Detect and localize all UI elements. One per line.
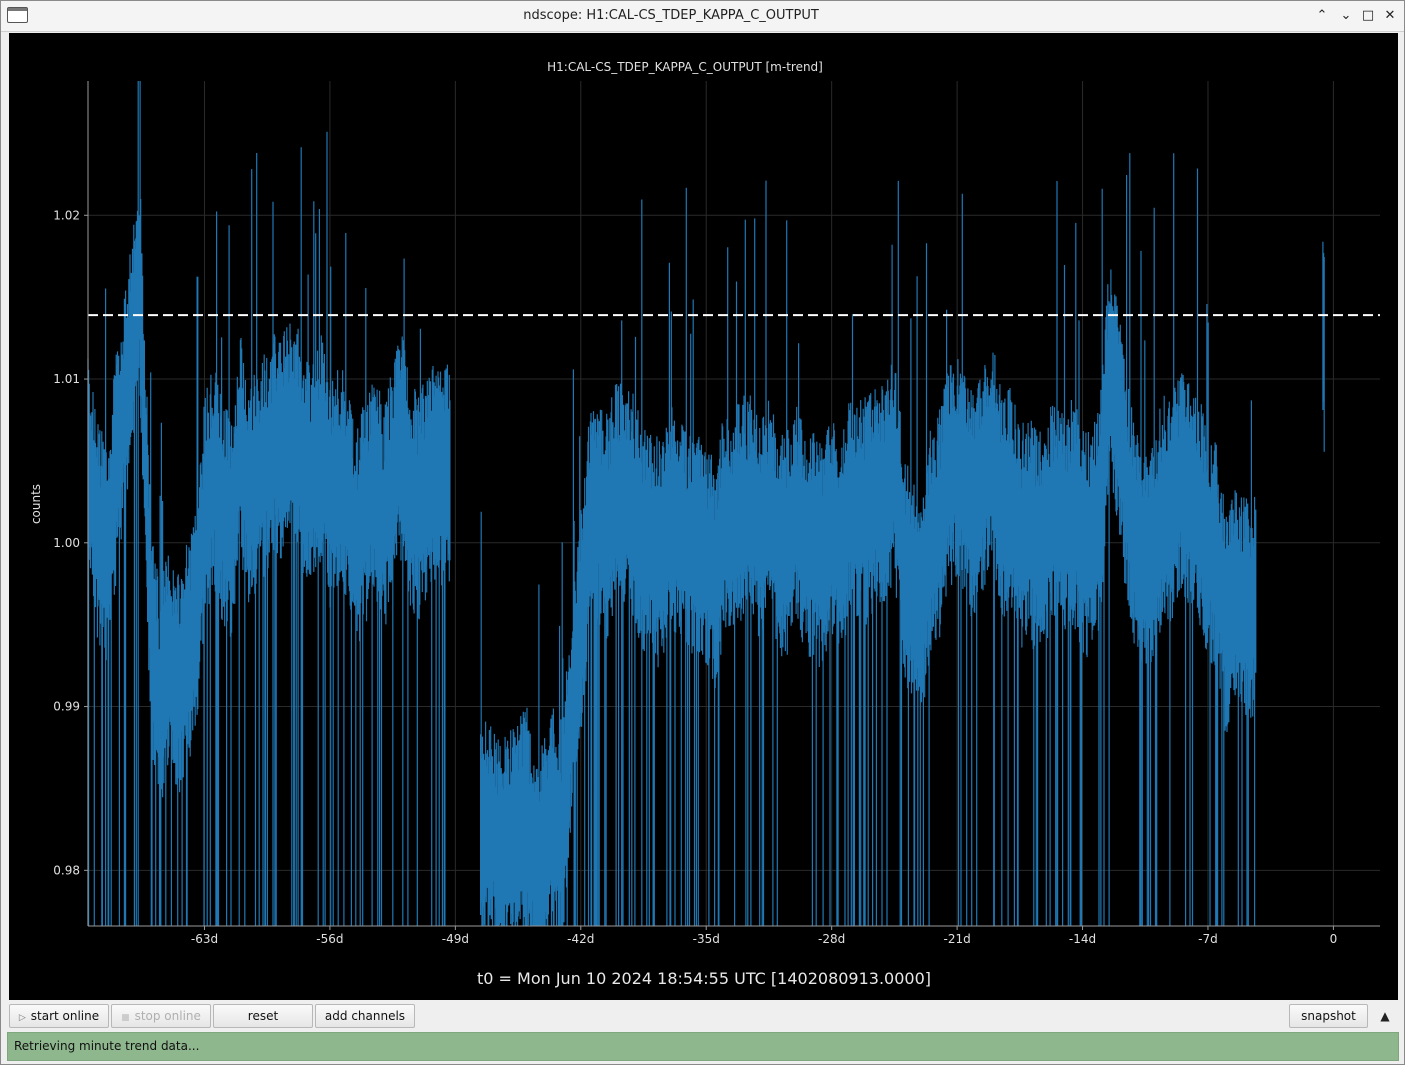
reset-button[interactable]: reset	[213, 1004, 313, 1028]
y-ticks: 0.98 0.99 1.00 1.01 1.02	[53, 208, 88, 877]
y-tick-label: 0.98	[53, 863, 80, 877]
x-tick-label: -63d	[191, 932, 218, 946]
close-icon[interactable]: ✕	[1379, 6, 1401, 26]
x-tick-label: -14d	[1069, 932, 1096, 946]
stop-icon: ■	[121, 1013, 130, 1023]
y-tick-label: 1.01	[53, 372, 80, 386]
y-tick-label: 1.00	[53, 536, 80, 550]
title-bar[interactable]: ndscope: H1:CAL-CS_TDEP_KAPPA_C_OUTPUT ⌃…	[1, 1, 1404, 32]
x-tick-label: -35d	[693, 932, 720, 946]
plot-area[interactable]: 0.98 0.99 1.00 1.01 1.02 -63d -56d -49d -42d -35…	[9, 33, 1398, 1000]
y-tick-label: 1.02	[53, 208, 80, 222]
y-axis-label: counts	[29, 484, 43, 524]
t0-label: t0 = Mon Jun 10 2024 18:54:55 UTC [14020…	[477, 969, 931, 988]
collapse-arrow-icon[interactable]: ▲	[1375, 1006, 1395, 1026]
start-online-label: start online	[30, 1009, 100, 1023]
stop-online-label: stop online	[134, 1009, 201, 1023]
snapshot-button[interactable]: snapshot	[1289, 1004, 1368, 1028]
status-bar: Retrieving minute trend data...	[7, 1032, 1399, 1061]
maximize-icon[interactable]: □	[1357, 6, 1379, 26]
start-online-button[interactable]: ▷ start online	[9, 1004, 109, 1028]
trend-plot[interactable]: 0.98 0.99 1.00 1.01 1.02 -63d -56d -49d -42d -35…	[9, 33, 1398, 1000]
toolbar: ▷ start online ■ stop online reset add cha…	[1, 1003, 1404, 1031]
x-tick-label: -56d	[316, 932, 343, 946]
x-tick-label: 0	[1330, 932, 1338, 946]
x-tick-label: -49d	[442, 932, 469, 946]
add-channels-button[interactable]: add channels	[315, 1004, 415, 1028]
x-ticks: -63d -56d -49d -42d -35d -28d -21d -14d -7d 0	[191, 926, 1337, 946]
shade-icon[interactable]: ⌄	[1335, 6, 1357, 26]
x-tick-label: -42d	[567, 932, 594, 946]
x-tick-label: -7d	[1198, 932, 1218, 946]
status-text: Retrieving minute trend data...	[14, 1039, 200, 1053]
window-title: ndscope: H1:CAL-CS_TDEP_KAPPA_C_OUTPUT	[523, 8, 819, 23]
stop-online-button[interactable]: ■ stop online	[111, 1004, 211, 1028]
app-window: ndscope: H1:CAL-CS_TDEP_KAPPA_C_OUTPUT ⌃…	[0, 0, 1405, 1065]
minimize-icon[interactable]: ⌃	[1311, 6, 1333, 26]
plot-title: H1:CAL-CS_TDEP_KAPPA_C_OUTPUT [m-trend]	[547, 60, 823, 74]
x-tick-label: -28d	[818, 932, 845, 946]
y-tick-label: 0.99	[53, 700, 80, 714]
x-tick-label: -21d	[943, 932, 970, 946]
play-icon: ▷	[18, 1013, 26, 1023]
